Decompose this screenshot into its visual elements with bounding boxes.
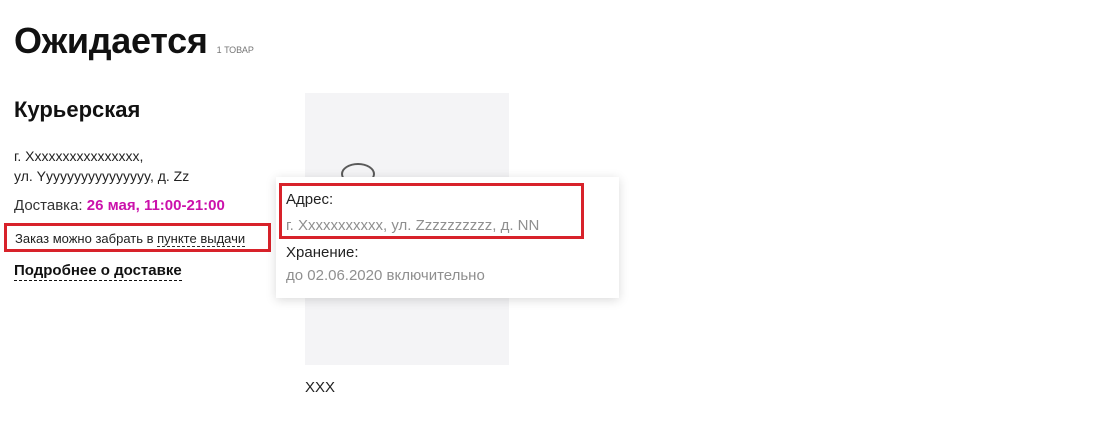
pickup-notice: Заказ можно забрать в пункте выдачи: [4, 223, 271, 252]
tooltip-address-label: Адрес:: [286, 191, 334, 208]
item-count: 1 ТОВАР: [216, 45, 254, 55]
delivery-date-label: Доставка:: [14, 197, 83, 214]
order-page: Ожидается 1 ТОВАР Курьерская г. Xxxxxxxx…: [0, 0, 1108, 425]
section-header: Ожидается 1 ТОВАР: [14, 20, 254, 62]
pickup-point-tooltip: Адрес: г. Xxxxxxxxxxx, ул. Zzzzzzzzzz, д…: [276, 177, 619, 298]
pickup-point-link[interactable]: пункте выдачи: [157, 231, 246, 247]
tooltip-storage-value: до 02.06.2020 включительно: [286, 267, 485, 284]
address-line-street: ул. Yyyyyyyyyyyyyyyy, д. Zz: [14, 168, 190, 184]
delivery-type-heading: Курьерская: [14, 97, 141, 122]
section-title: Ожидается: [14, 20, 208, 61]
delivery-details-link[interactable]: Подробнее о доставке: [14, 262, 182, 281]
delivery-date: Доставка: 26 мая, 11:00-21:00: [14, 197, 225, 214]
delivery-address: г. Xxxxxxxxxxxxxxxx, ул. Yyyyyyyyyyyyyyy…: [14, 146, 189, 186]
tooltip-address-value: г. Xxxxxxxxxxx, ул. Zzzzzzzzzz, д. NN: [286, 217, 540, 234]
tooltip-storage-label: Хранение:: [286, 244, 359, 261]
delivery-date-value: 26 мая, 11:00-21:00: [86, 197, 225, 214]
product-name[interactable]: XXX: [305, 379, 335, 396]
pickup-text: Заказ можно забрать в: [15, 231, 158, 246]
address-line-city: г. Xxxxxxxxxxxxxxxx,: [14, 148, 144, 164]
